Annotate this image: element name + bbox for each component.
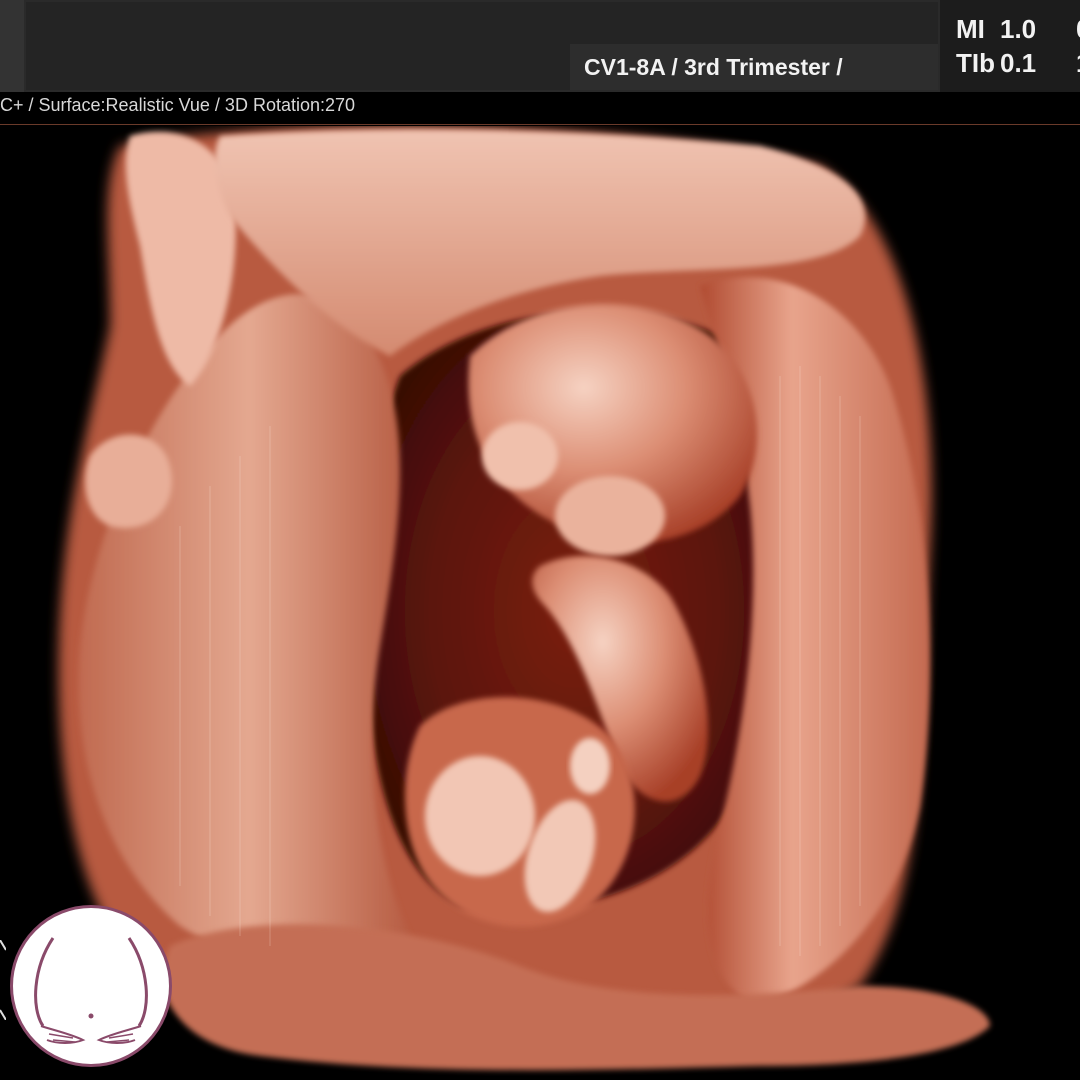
- mi-edge-value: 0: [1076, 14, 1080, 45]
- tib-readout: TIb 0.1: [956, 48, 1036, 79]
- mi-value: 1.0: [1000, 14, 1037, 44]
- header-left-tab: [0, 0, 24, 92]
- top-header: CV1-8A / 3rd Trimester / MI 1.0 TIb0.1 0 …: [0, 0, 1080, 92]
- pregnant-belly-hands-icon: [10, 905, 172, 1067]
- fetal-finger: [570, 738, 610, 794]
- tib-edge-value: 1: [1076, 48, 1080, 79]
- mi-readout: MI 1.0: [956, 14, 1036, 45]
- fetal-cheek: [555, 476, 665, 556]
- fetal-nose: [482, 422, 558, 490]
- tib-label: TIb: [956, 48, 995, 78]
- imaging-mode-line: C+ / Surface:Realistic Vue / 3D Rotation…: [0, 92, 1080, 125]
- left-edge-marker: [0, 939, 7, 1021]
- tib-value: 0.1: [1000, 48, 1037, 78]
- left-bulge: [85, 434, 172, 528]
- fetal-hand: [425, 756, 535, 876]
- safety-indices: MI 1.0 TIb0.1 0 1: [940, 0, 1080, 92]
- imaging-mode-text: C+ / Surface:Realistic Vue / 3D Rotation…: [0, 95, 356, 115]
- mi-label: MI: [956, 14, 985, 44]
- probe-preset-label: CV1-8A / 3rd Trimester /: [570, 44, 938, 90]
